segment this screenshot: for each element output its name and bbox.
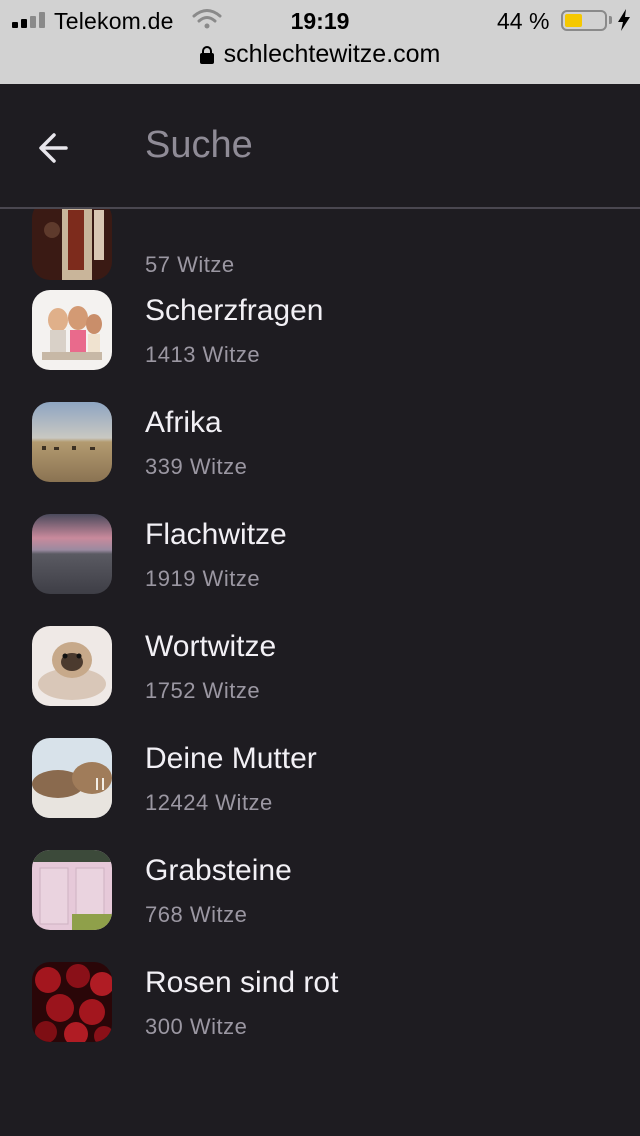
list-item[interactable]: Wortwitze 1752 Witze bbox=[0, 626, 640, 738]
category-count: 57 Witze bbox=[145, 252, 235, 277]
category-count: 12424 Witze bbox=[145, 790, 273, 815]
category-count: 339 Witze bbox=[145, 454, 248, 479]
list-item[interactable]: Grabsteine 768 Witze bbox=[0, 850, 640, 962]
category-thumbnail bbox=[32, 738, 112, 818]
category-title: Rosen sind rot bbox=[145, 966, 339, 999]
lock-icon bbox=[199, 45, 214, 64]
category-count: 1413 Witze bbox=[145, 342, 261, 367]
category-title: Wortwitze bbox=[145, 630, 277, 663]
category-thumbnail bbox=[32, 962, 112, 1042]
category-count: 768 Witze bbox=[145, 902, 248, 927]
url-text: schlechtewitze.com bbox=[223, 40, 441, 68]
battery-icon bbox=[561, 10, 607, 31]
list-item[interactable]: Rosen sind rot 300 Witze bbox=[0, 962, 640, 1074]
charging-bolt-icon bbox=[618, 9, 630, 31]
list-item[interactable]: Deine Mutter 12424 Witze bbox=[0, 738, 640, 850]
battery-nub bbox=[609, 16, 612, 24]
category-count: 1919 Witze bbox=[145, 566, 261, 591]
category-thumbnail bbox=[32, 850, 112, 930]
list-item[interactable]: Scherzfragen 1413 Witze bbox=[0, 290, 640, 402]
battery-level bbox=[565, 14, 582, 27]
category-count: 300 Witze bbox=[145, 1014, 248, 1039]
arrow-left-icon bbox=[39, 133, 68, 163]
category-thumbnail bbox=[32, 402, 112, 482]
category-title: Scherzfragen bbox=[145, 294, 324, 327]
category-thumbnail bbox=[32, 200, 112, 280]
list-item[interactable]: Flachwitze 1919 Witze bbox=[0, 514, 640, 626]
page-title: Suche bbox=[145, 124, 253, 166]
status-bar: Telekom.de 19:19 44 % bbox=[0, 0, 640, 40]
list-item[interactable]: Afrika 339 Witze bbox=[0, 402, 640, 514]
app-bar: Suche bbox=[0, 84, 640, 209]
url-bar[interactable]: schlechtewitze.com bbox=[0, 40, 640, 70]
battery-percent: 44 % bbox=[497, 8, 550, 34]
back-button[interactable] bbox=[30, 124, 82, 172]
browser-chrome: Telekom.de 19:19 44 % schlechtewitze.com bbox=[0, 0, 640, 84]
category-count: 1752 Witze bbox=[145, 678, 261, 703]
category-title: Deine Mutter bbox=[145, 742, 317, 775]
category-title: Grabsteine bbox=[145, 854, 292, 887]
category-thumbnail bbox=[32, 290, 112, 370]
category-title: Flachwitze bbox=[145, 518, 287, 551]
category-thumbnail bbox=[32, 514, 112, 594]
category-thumbnail bbox=[32, 626, 112, 706]
category-title: Afrika bbox=[145, 406, 222, 439]
